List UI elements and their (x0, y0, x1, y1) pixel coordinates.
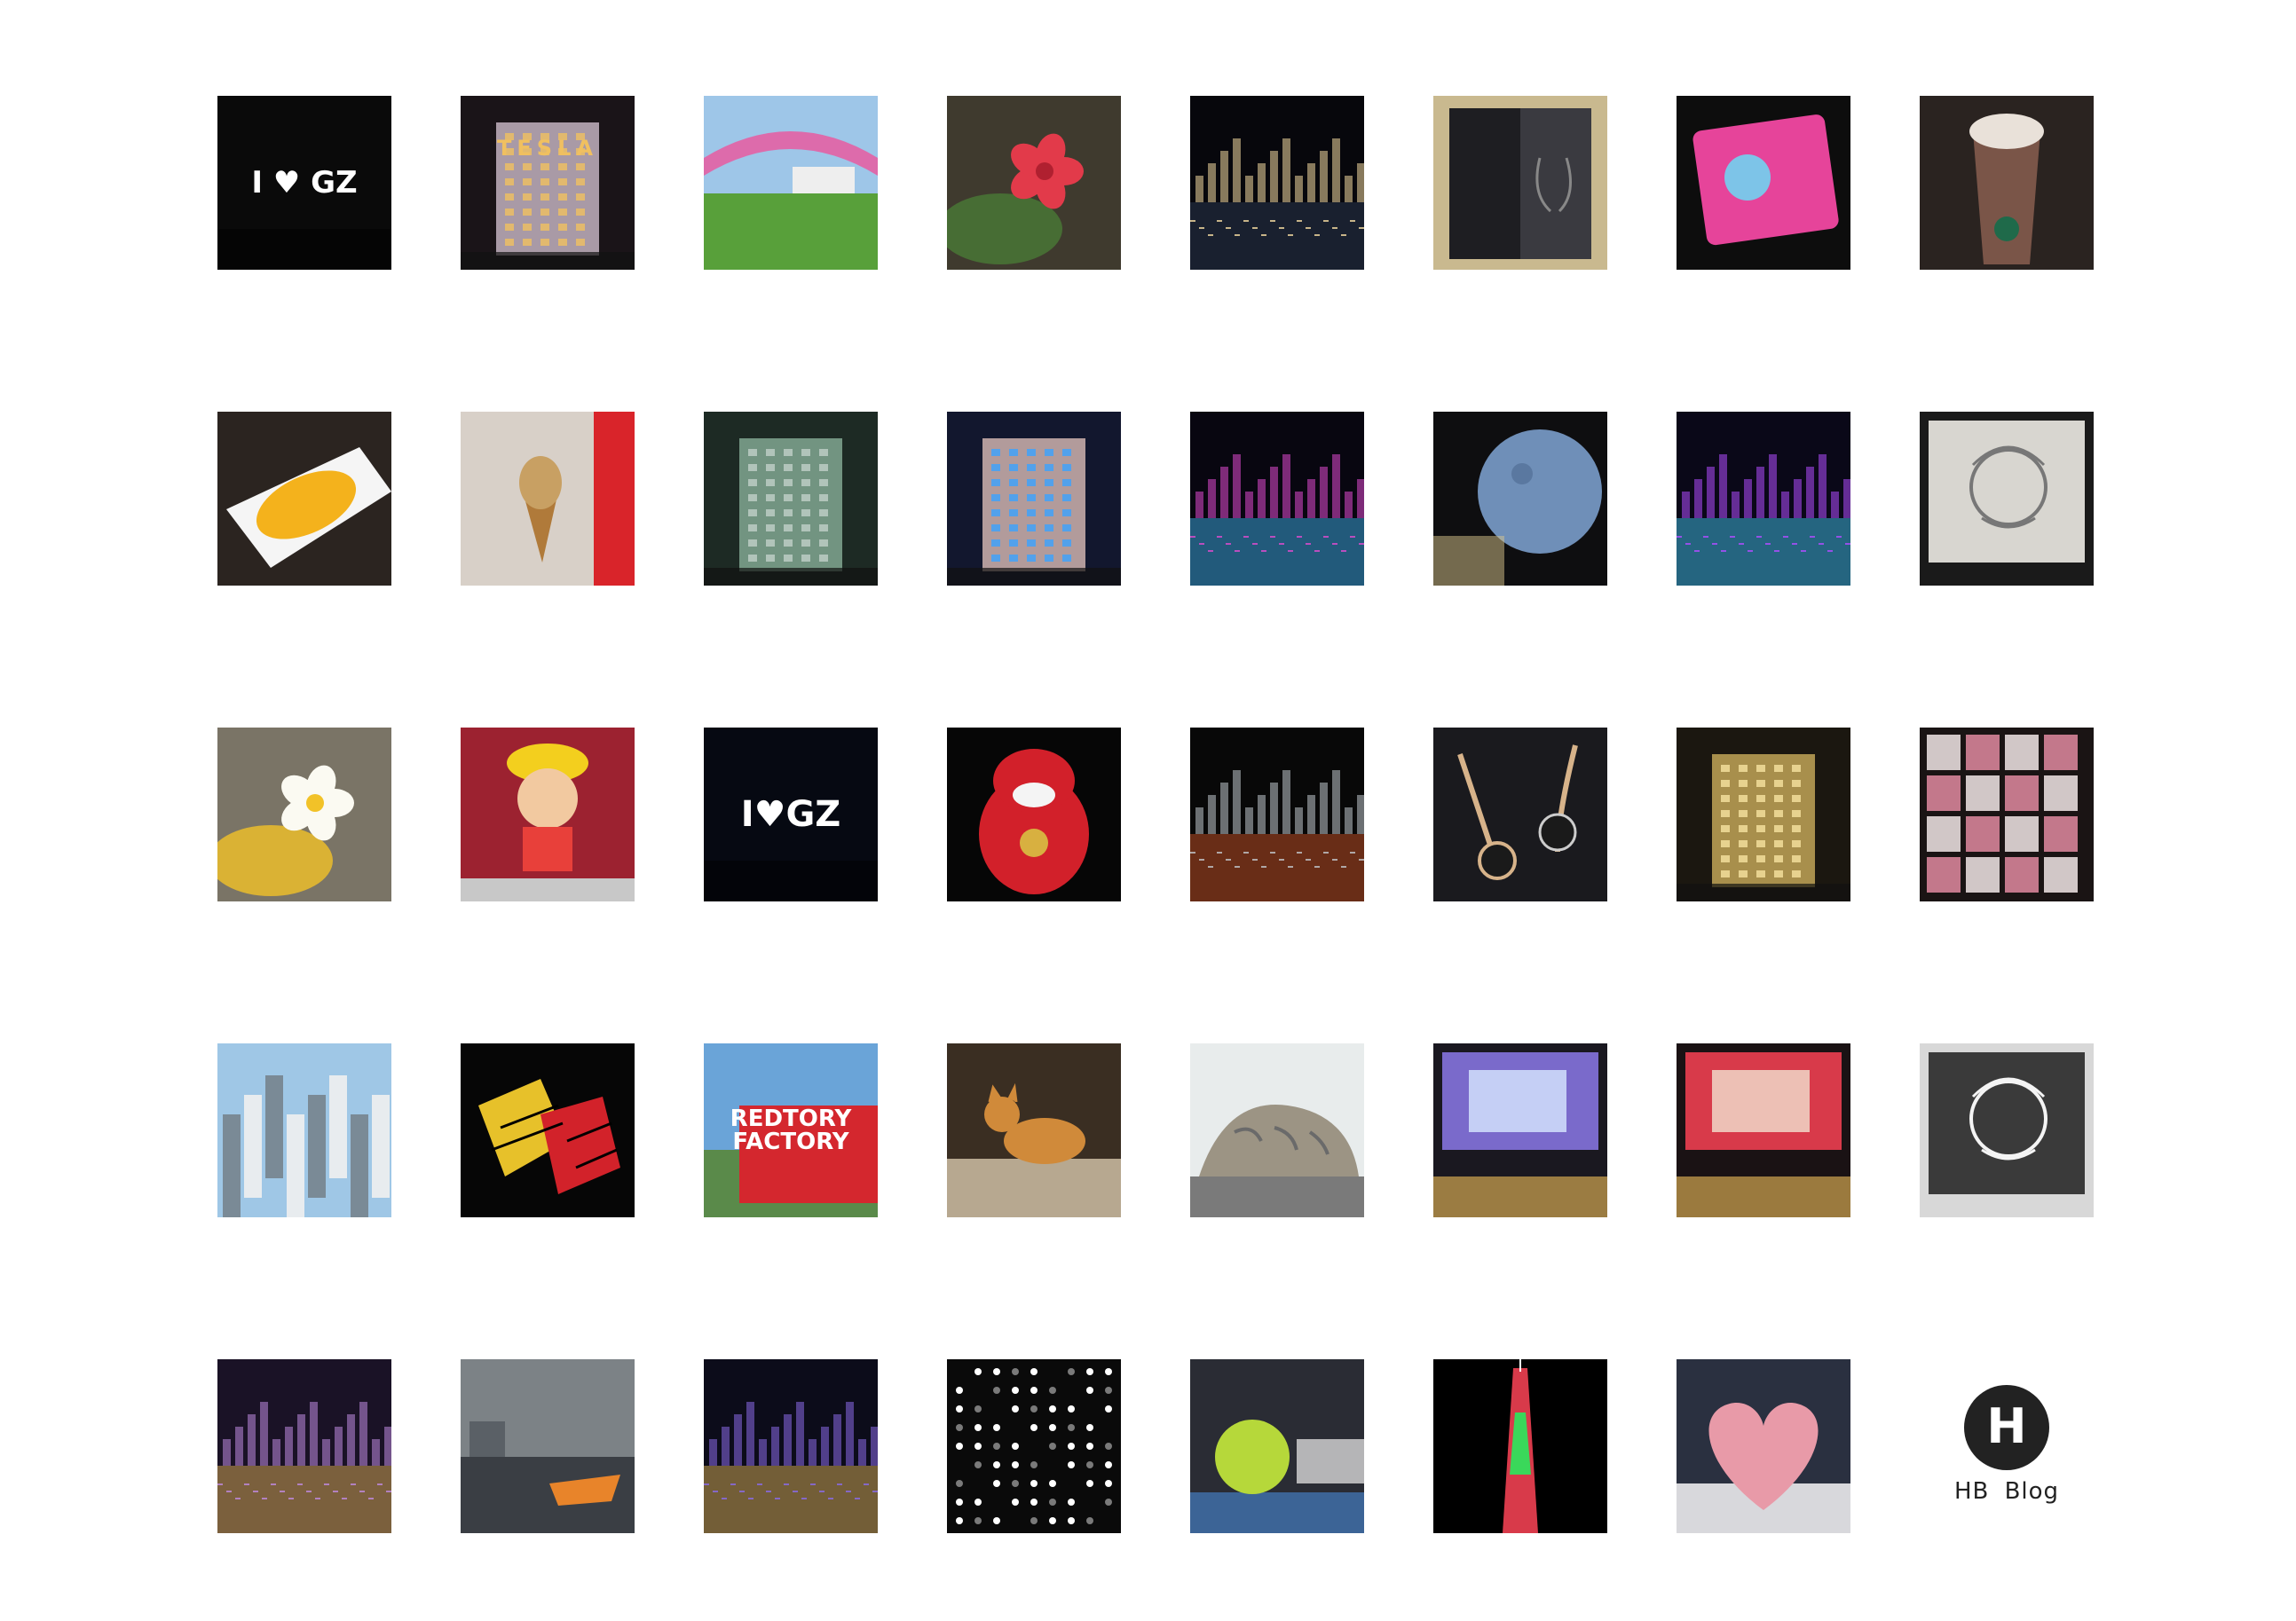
photo-gallery-grid: I ♥ GZ TESLA I♥GZ REDTORY FACTORY H HB Blog (217, 96, 2094, 1533)
photo-thumbnail-image (1190, 1359, 1364, 1533)
photo-thumbnail-image (704, 1043, 878, 1217)
engraved-stone-photo[interactable] (1190, 1043, 1364, 1217)
photo-thumbnail-image (1920, 412, 2094, 586)
i-love-gz-sign-photo[interactable]: I ♥ GZ (217, 96, 391, 270)
photo-thumbnail-image (704, 1359, 878, 1533)
canton-tower-photo[interactable] (1433, 1359, 1607, 1533)
photo-thumbnail-image (1190, 412, 1364, 586)
photo-thumbnail-image (1920, 1043, 2094, 1217)
photo-thumbnail-image (1190, 1043, 1364, 1217)
cloudy-river-boat-photo[interactable] (461, 1359, 635, 1533)
redtory-factory-photo[interactable]: REDTORY FACTORY (704, 1043, 878, 1217)
photo-thumbnail-image (461, 412, 635, 586)
origami-heart-photo[interactable] (1677, 1359, 1850, 1533)
photo-thumbnail-image (461, 1043, 635, 1217)
photo-thumbnail-image (1433, 412, 1607, 586)
rubiks-cubes-photo[interactable] (461, 1043, 635, 1217)
lit-tree-park-photo[interactable] (1190, 1359, 1364, 1533)
shopping-street-billboards-photo[interactable] (1677, 1043, 1850, 1217)
photo-thumbnail-image (217, 96, 391, 270)
photo-thumbnail-image (1677, 1359, 1850, 1533)
i-love-gz-tower-photo[interactable]: I♥GZ (704, 728, 878, 901)
luffy-figure-photo[interactable] (461, 728, 635, 901)
earphone-box-photo[interactable] (1433, 96, 1607, 270)
blog-name-text: HB Blog (1953, 1478, 2060, 1505)
photo-thumbnail-image (947, 728, 1121, 901)
logo-letter: H (1986, 1398, 2026, 1454)
hb-logo-icon: H (1964, 1385, 2049, 1470)
photo-thumbnail-image (947, 1359, 1121, 1533)
portrait-drawing-photo[interactable] (1920, 1043, 2094, 1217)
clock-tower-building-photo[interactable] (1677, 728, 1850, 901)
glass-tower-photo[interactable] (704, 412, 878, 586)
apple-store-night-photo[interactable] (1190, 728, 1364, 901)
nex-billboard-photo[interactable] (1433, 1043, 1607, 1217)
photo-thumbnail-image (461, 728, 635, 901)
led-dot-wall-photo[interactable] (947, 1359, 1121, 1533)
pedestrian-street-night-photo[interactable] (217, 1359, 391, 1533)
tesla-store-photo[interactable]: TESLA (461, 96, 635, 270)
red-flower-photo[interactable] (947, 96, 1121, 270)
photo-thumbnail-image (1433, 1359, 1607, 1533)
photo-thumbnail-image (1920, 96, 2094, 270)
photo-thumbnail-image (217, 412, 391, 586)
pink-card-photo[interactable] (1677, 96, 1850, 270)
moon-lamp-photo[interactable] (1433, 412, 1607, 586)
photo-thumbnail-image (704, 728, 878, 901)
rainbow-canopy-tram-photo[interactable] (704, 96, 878, 270)
mango-dessert-photo[interactable] (217, 412, 391, 586)
pencil-sketch-photo[interactable] (1920, 412, 2094, 586)
photo-thumbnail-image (217, 1359, 391, 1533)
photo-thumbnail-image (461, 96, 635, 270)
photo-thumbnail-image (1677, 412, 1850, 586)
photo-thumbnail-image (1433, 96, 1607, 270)
photo-thumbnail-image (1920, 728, 2094, 901)
bridge-night-lights-photo[interactable] (1190, 412, 1364, 586)
photo-thumbnail-image (461, 1359, 635, 1533)
photo-thumbnail-image (1677, 728, 1850, 901)
hotel-tower-night-photo[interactable] (947, 412, 1121, 586)
apartment-towers-day-photo[interactable] (217, 1043, 391, 1217)
canton-skyline-night-photo[interactable] (704, 1359, 878, 1533)
photo-thumbnail-image (947, 412, 1121, 586)
photo-thumbnail-image (1190, 96, 1364, 270)
frangipani-flower-photo[interactable] (217, 728, 391, 901)
hb-blog-logo[interactable]: H HB Blog (1920, 1359, 2094, 1533)
neon-ufo-pavilion-photo[interactable] (1677, 412, 1850, 586)
photo-thumbnail-image (947, 96, 1121, 270)
in-ear-monitors-photo[interactable] (1433, 728, 1607, 901)
yongqingfang-wall-photo[interactable] (1920, 728, 2094, 901)
red-plush-toy-photo[interactable] (947, 728, 1121, 901)
photo-thumbnail-image (1190, 728, 1364, 901)
photo-thumbnail-image (947, 1043, 1121, 1217)
photo-thumbnail-image (1433, 728, 1607, 901)
orange-cat-photo[interactable] (947, 1043, 1121, 1217)
ice-cream-cone-photo[interactable] (461, 412, 635, 586)
photo-thumbnail-image (1433, 1043, 1607, 1217)
photo-thumbnail-image (704, 96, 878, 270)
photo-thumbnail-image (1677, 96, 1850, 270)
photo-thumbnail-image (217, 728, 391, 901)
starbucks-frappuccino-photo[interactable] (1920, 96, 2094, 270)
photo-thumbnail-image (217, 1043, 391, 1217)
river-night-skyline-photo[interactable] (1190, 96, 1364, 270)
photo-thumbnail-image (1677, 1043, 1850, 1217)
photo-thumbnail-image (704, 412, 878, 586)
